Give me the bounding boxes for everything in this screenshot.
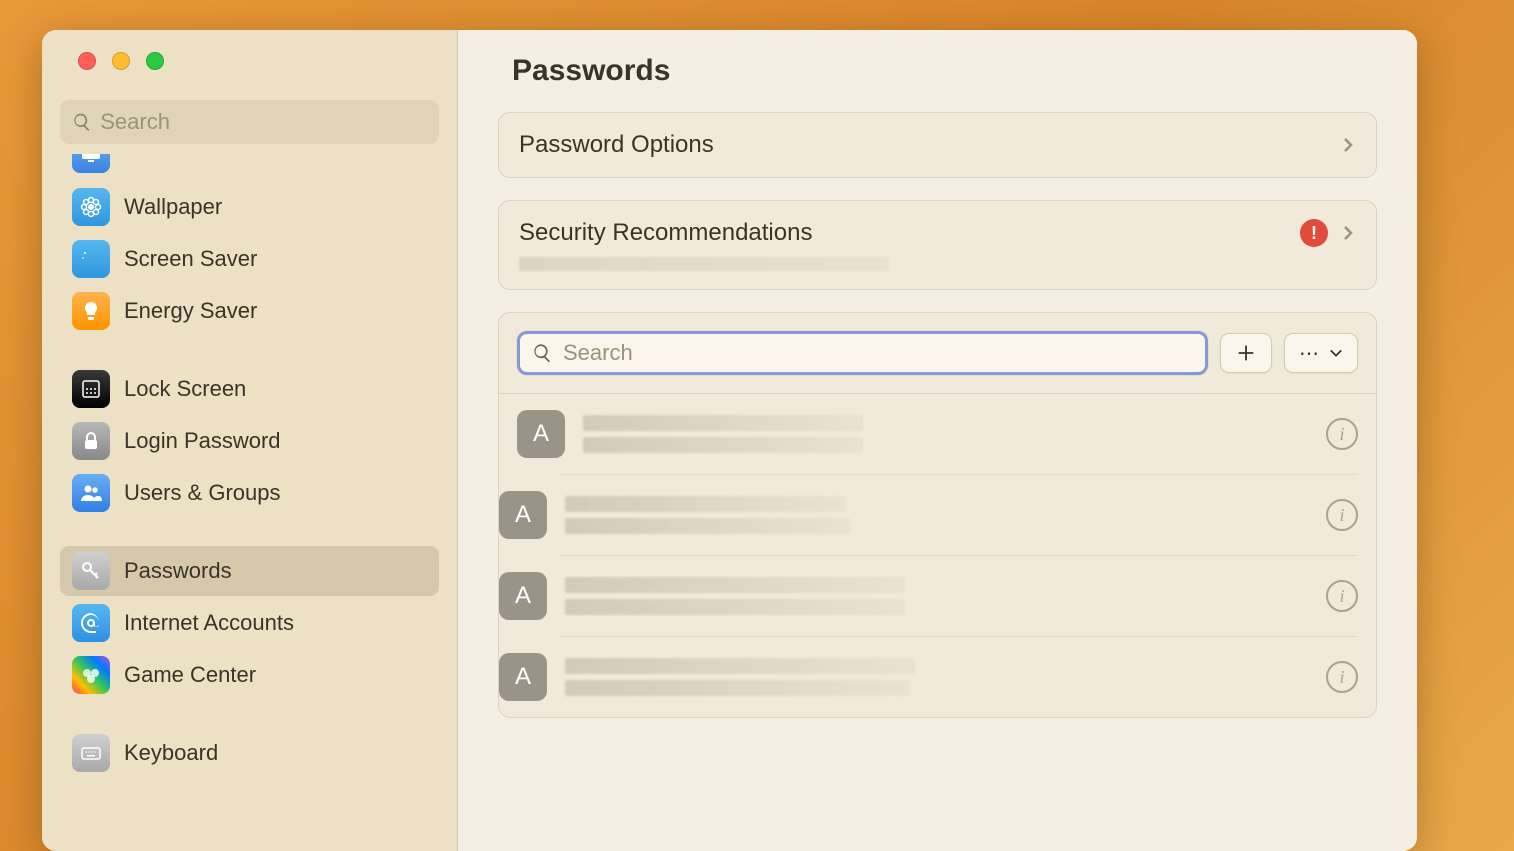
sidebar-nav: Wallpaper Screen Saver Energy Saver Lock Sc… xyxy=(42,154,457,851)
password-entry[interactable]: Ai xyxy=(559,555,1358,636)
sidebar-item-wallpaper[interactable]: Wallpaper xyxy=(60,182,439,232)
entry-text-redacted xyxy=(565,577,1308,615)
keyboard-icon xyxy=(72,734,110,772)
moon-icon xyxy=(72,240,110,278)
zoom-window-button[interactable] xyxy=(146,52,164,70)
info-button[interactable]: i xyxy=(1326,418,1358,450)
sidebar-item-label: Lock Screen xyxy=(124,376,246,402)
lock-icon xyxy=(72,422,110,460)
bulb-icon xyxy=(72,292,110,330)
flower-icon xyxy=(72,188,110,226)
chevron-right-icon xyxy=(1340,137,1356,153)
passwords-list-card: ⋯ AiAiAiAi xyxy=(498,312,1377,718)
sidebar-item-screen-saver[interactable]: Screen Saver xyxy=(60,234,439,284)
entry-avatar: A xyxy=(499,653,547,701)
sidebar-item-energy-saver[interactable]: Energy Saver xyxy=(60,286,439,336)
passwords-toolbar: ⋯ xyxy=(499,313,1376,394)
sidebar-item-label: Game Center xyxy=(124,662,256,688)
sidebar-item-game-center[interactable]: Game Center xyxy=(60,650,439,700)
sidebar-item-label: Keyboard xyxy=(124,740,218,766)
sidebar-item-keyboard[interactable]: Keyboard xyxy=(60,728,439,778)
entry-avatar: A xyxy=(499,572,547,620)
sidebar-item-internet-accounts[interactable]: Internet Accounts xyxy=(60,598,439,648)
sidebar: Wallpaper Screen Saver Energy Saver Lock Sc… xyxy=(42,30,458,851)
minimize-window-button[interactable] xyxy=(112,52,130,70)
password-entry[interactable]: Ai xyxy=(559,636,1358,717)
security-recommendations-subtitle-redacted xyxy=(519,257,889,271)
sidebar-item-label: Passwords xyxy=(124,558,232,584)
sidebar-search[interactable] xyxy=(60,100,439,144)
gamecenter-icon xyxy=(72,656,110,694)
more-options-button[interactable]: ⋯ xyxy=(1284,333,1358,373)
passwords-list: AiAiAiAi xyxy=(499,394,1376,717)
info-button[interactable]: i xyxy=(1326,499,1358,531)
chevron-right-icon xyxy=(1340,225,1356,241)
lockscreen-icon xyxy=(72,370,110,408)
sidebar-item-lock-screen[interactable]: Lock Screen xyxy=(60,364,439,414)
entry-avatar: A xyxy=(499,491,547,539)
sidebar-item-label: Users & Groups xyxy=(124,480,281,506)
entry-avatar: A xyxy=(517,410,565,458)
sidebar-item-users-groups[interactable]: Users & Groups xyxy=(60,468,439,518)
security-recommendations-card[interactable]: Security Recommendations ! xyxy=(498,200,1377,290)
users-icon xyxy=(72,474,110,512)
plus-icon xyxy=(1235,342,1257,364)
sidebar-item-login-password[interactable]: Login Password xyxy=(60,416,439,466)
search-icon xyxy=(532,342,553,364)
password-options-card[interactable]: Password Options xyxy=(498,112,1377,178)
entry-text-redacted xyxy=(565,496,1308,534)
sidebar-item-label: Energy Saver xyxy=(124,298,257,324)
sidebar-item-label: Wallpaper xyxy=(124,194,222,220)
ellipsis-icon: ⋯ xyxy=(1299,341,1321,366)
key-icon xyxy=(72,552,110,590)
sidebar-item-label: Screen Saver xyxy=(124,246,257,272)
sidebar-item-label: Login Password xyxy=(124,428,281,454)
warning-badge-icon: ! xyxy=(1300,219,1328,247)
search-icon xyxy=(72,111,92,133)
sidebar-item-passwords[interactable]: Passwords xyxy=(60,546,439,596)
info-button[interactable]: i xyxy=(1326,661,1358,693)
system-settings-window: Wallpaper Screen Saver Energy Saver Lock Sc… xyxy=(42,30,1417,851)
passwords-search[interactable] xyxy=(517,331,1208,375)
password-entry[interactable]: Ai xyxy=(499,394,1376,474)
display-icon xyxy=(72,154,110,173)
chevron-down-icon xyxy=(1329,346,1343,360)
at-icon xyxy=(72,604,110,642)
main-content: Passwords Password Options Security Reco… xyxy=(458,30,1417,851)
password-options-label: Password Options xyxy=(519,131,1340,159)
close-window-button[interactable] xyxy=(78,52,96,70)
info-button[interactable]: i xyxy=(1326,580,1358,612)
entry-text-redacted xyxy=(565,658,1308,696)
sidebar-item-displays-partial[interactable] xyxy=(60,154,439,180)
page-title: Passwords xyxy=(512,54,1377,88)
entry-text-redacted xyxy=(583,415,1308,453)
sidebar-item-label: Internet Accounts xyxy=(124,610,294,636)
sidebar-search-input[interactable] xyxy=(100,109,427,135)
security-recommendations-label: Security Recommendations xyxy=(519,219,1300,247)
add-password-button[interactable] xyxy=(1220,333,1272,373)
window-controls xyxy=(42,30,457,86)
password-entry[interactable]: Ai xyxy=(559,474,1358,555)
passwords-search-input[interactable] xyxy=(563,340,1193,366)
